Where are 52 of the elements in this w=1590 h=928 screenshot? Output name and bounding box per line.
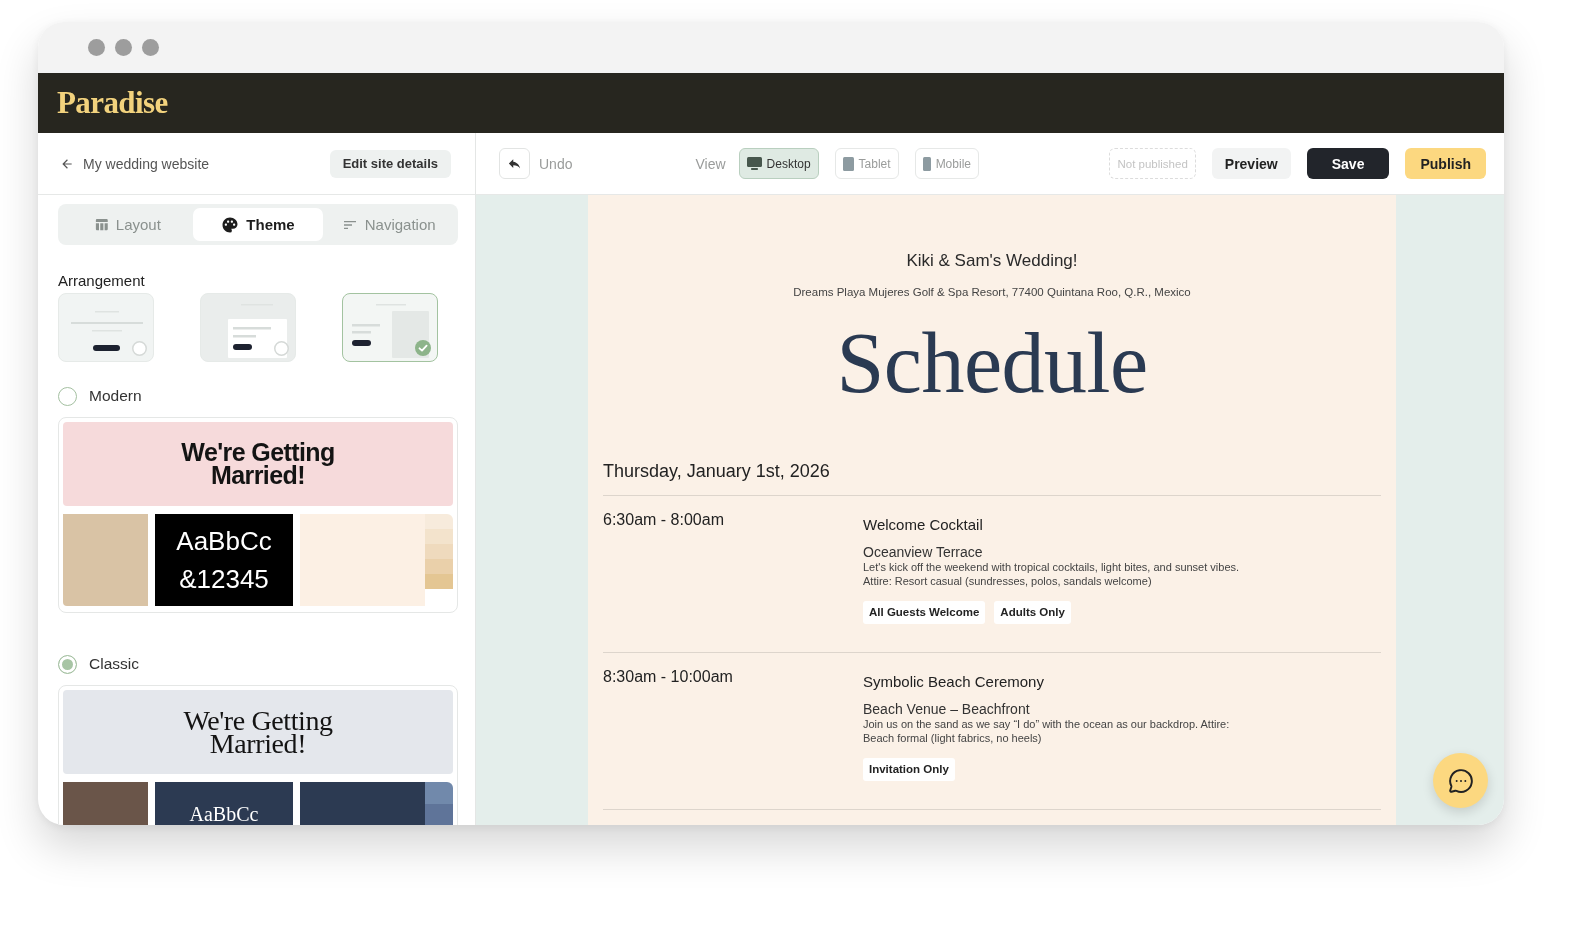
event-tag: Adults Only — [994, 601, 1071, 624]
event-title: Symbolic Beach Ceremony — [863, 672, 1044, 692]
undo-label: Undo — [539, 155, 573, 172]
window-control-icon[interactable] — [142, 39, 159, 56]
theme-option[interactable]: Classic — [58, 653, 139, 675]
event-title: Welcome Cocktail — [863, 515, 983, 535]
event-time: 6:30am - 8:00am — [603, 510, 725, 530]
back-link[interactable]: My wedding website — [60, 155, 210, 172]
window-control-icon[interactable] — [88, 39, 105, 56]
layout-preview-drawing — [228, 303, 287, 358]
event-time: 8:30am - 10:00am — [603, 667, 734, 687]
theme-preview-card[interactable]: We're Getting Married! AaBbCc &12345 — [58, 417, 458, 613]
tab[interactable]: Theme — [192, 208, 324, 241]
phone-icon — [922, 156, 931, 171]
edit-site-details-button[interactable]: Edit site details — [329, 149, 451, 178]
banner-heading: We're Getting Married! — [182, 709, 334, 755]
window-control-icon[interactable] — [115, 39, 132, 56]
theme-preview-card[interactable]: We're Getting Married! AaBbCc — [58, 685, 458, 825]
view-option[interactable]: Desktop — [738, 148, 819, 179]
event-tag: All Guests Welcome — [863, 601, 986, 624]
check-circle-icon — [415, 340, 431, 356]
venue-address: Dreams Playa Mujeres Golf & Spa Resort, 77400 Quintana Roo, Q.R., Mexico — [792, 285, 1192, 299]
wedding-title: Kiki & Sam's Wedding! — [905, 251, 1079, 271]
monitor-icon — [746, 157, 762, 170]
save-button[interactable]: Save — [1306, 148, 1390, 179]
date-heading: Thursday, January 1st, 2026 — [603, 460, 1381, 496]
theme-option[interactable]: Modern — [58, 385, 142, 407]
event-venue: Oceanview Terrace — [863, 544, 983, 560]
palette-icon — [221, 215, 240, 234]
font-sample-text: &12345 — [179, 563, 269, 596]
radio-icon — [274, 341, 289, 356]
radio-icon — [132, 341, 147, 356]
publish-status-badge: Not published — [1109, 148, 1196, 179]
preview-button[interactable]: Preview — [1211, 148, 1291, 179]
font-sample-text: AaBbCc — [176, 525, 272, 558]
layout-preview-drawing — [71, 310, 143, 351]
chat-bubble-icon — [1447, 767, 1474, 794]
event-description: Let's kick off the weekend with tropical cocktails, light bites, and sunset vibes. Attire: Resort casual (sundresses, polos, sandals welcome) — [863, 560, 1240, 588]
font-sample-text: AaBbCc — [189, 804, 259, 824]
publish-button[interactable]: Publish — [1405, 148, 1486, 179]
tablet-icon — [842, 156, 854, 171]
event-tag: Invitation Only — [863, 758, 955, 781]
schedule-heading: Schedule — [835, 320, 1149, 406]
banner-heading: We're Getting Married! — [180, 441, 336, 487]
event-description: Join us on the sand as we say “I do” with the ocean as our backdrop. Attire: Beach formal (light fabrics, no heels) — [863, 717, 1230, 745]
logo-text[interactable]: Paradise — [57, 85, 168, 121]
section-label: Arrangement — [58, 272, 146, 290]
event-venue: Beach Venue – Beachfront — [863, 701, 1030, 717]
chat-button[interactable] — [1433, 753, 1488, 808]
table-icon — [93, 217, 109, 232]
view-label: View — [695, 155, 726, 172]
undo-button[interactable] — [499, 148, 530, 179]
